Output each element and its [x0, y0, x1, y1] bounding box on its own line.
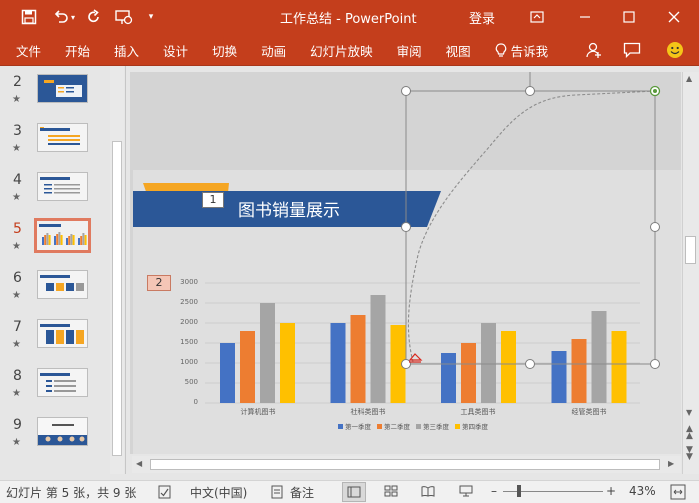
horizontal-scrollbar[interactable]: ◀ ▶	[132, 456, 681, 473]
y-tick-label: 0	[193, 398, 198, 406]
chart-bar	[330, 323, 346, 403]
chart-bar	[501, 331, 516, 403]
zoom-level[interactable]: 43%	[629, 484, 656, 498]
fit-to-window-icon[interactable]	[670, 484, 686, 503]
slide-sorter-icon[interactable]	[384, 485, 398, 500]
y-tick-label: 2500	[180, 298, 198, 306]
x-category-label: 工具类图书	[460, 408, 496, 416]
slide-counter: 幻灯片 第 5 张，共 9 张	[6, 486, 137, 500]
vertical-scrollbar[interactable]: ▲ ▼ ▲ ▲ ▼ ▼	[682, 72, 699, 474]
scroll-down-icon[interactable]: ▼	[686, 408, 692, 417]
zoom-out-icon[interactable]: –	[491, 484, 497, 498]
notes-button[interactable]: 备注	[290, 484, 314, 501]
chart-bar	[481, 323, 496, 403]
chart-bar	[220, 343, 235, 403]
language-indicator[interactable]: 中文(中国)	[190, 484, 247, 501]
notes-icon[interactable]	[270, 485, 284, 502]
chart-bar	[370, 295, 386, 403]
slide-title[interactable]: 图书销量展示	[238, 196, 340, 221]
status-bar: 幻灯片 第 5 张，共 9 张 中文(中国) 备注 – + 43%	[0, 480, 699, 503]
chart-bar	[280, 323, 295, 403]
scroll-left-icon[interactable]: ◀	[136, 459, 142, 468]
legend-swatch	[416, 423, 421, 429]
spellcheck-icon[interactable]	[158, 485, 172, 502]
slideshow-view-icon[interactable]	[459, 485, 473, 500]
chart-bar	[350, 315, 366, 403]
x-category-label: 计算机图书	[240, 408, 276, 416]
chart-legend: 第一季度 第二季度 第三季度 第四季度	[338, 421, 488, 431]
chart-bar	[260, 303, 275, 403]
y-tick-label: 1500	[180, 338, 198, 346]
legend-item: 第二季度	[377, 421, 410, 431]
x-category-label: 社科类图书	[350, 408, 386, 416]
zoom-in-icon[interactable]: +	[606, 484, 616, 498]
legend-label: 第四季度	[462, 423, 488, 431]
next-slide-icon[interactable]: ▼ ▼	[686, 446, 693, 462]
chart-bar	[591, 311, 607, 403]
zoom-slider-thumb[interactable]	[517, 485, 521, 497]
chart-bar	[441, 353, 456, 403]
chart-bar	[571, 339, 587, 403]
chart-bar	[611, 331, 627, 403]
previous-slide-icon[interactable]: ▲ ▲	[686, 425, 693, 441]
reading-view-icon[interactable]	[421, 485, 435, 500]
legend-label: 第一季度	[345, 423, 371, 431]
animation-order-tag[interactable]: 2	[147, 275, 171, 291]
normal-view-icon[interactable]	[342, 482, 366, 502]
y-tick-label: 1000	[180, 358, 198, 366]
legend-swatch	[338, 423, 343, 429]
x-category-label: 经管类图书	[571, 408, 607, 416]
horizontal-scrollbar-thumb[interactable]	[150, 459, 660, 470]
scroll-right-icon[interactable]: ▶	[668, 459, 674, 468]
scroll-up-icon[interactable]: ▲	[686, 74, 692, 83]
vertical-scrollbar-thumb[interactable]	[685, 236, 696, 264]
legend-item: 第四季度	[455, 421, 488, 431]
legend-label: 第二季度	[384, 423, 410, 431]
chart-bar	[240, 331, 255, 403]
chart-bar	[461, 343, 476, 403]
legend-label: 第三季度	[423, 423, 449, 431]
chart-bars	[220, 295, 627, 403]
legend-item: 第三季度	[416, 421, 449, 431]
y-tick-label: 2000	[180, 318, 198, 326]
y-tick-label: 3000	[180, 278, 198, 286]
motion-path-selection[interactable]	[401, 72, 661, 369]
legend-swatch	[377, 423, 382, 429]
animation-order-tag[interactable]: 1	[202, 192, 224, 208]
legend-swatch	[455, 423, 460, 429]
chart-bar	[551, 351, 567, 403]
y-tick-label: 500	[184, 378, 198, 386]
legend-item: 第一季度	[338, 421, 371, 431]
